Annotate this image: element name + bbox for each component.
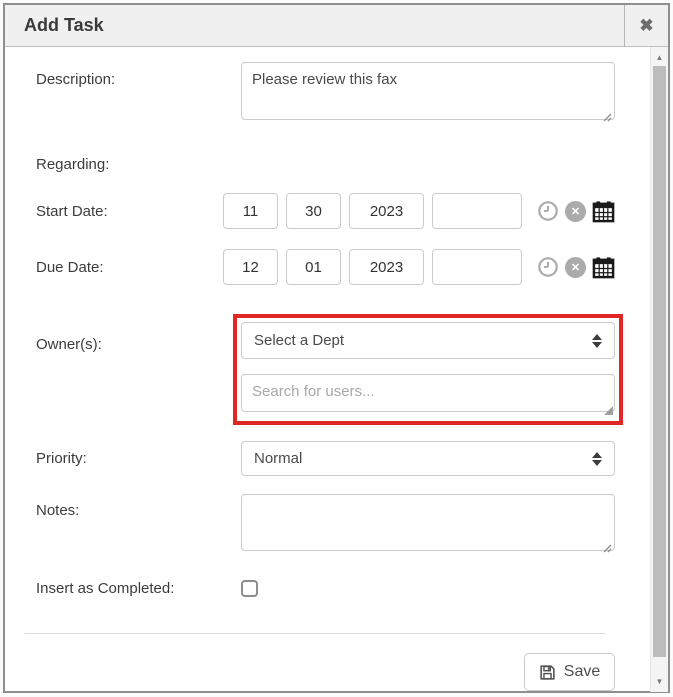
- owners-label: Owner(s):: [36, 314, 241, 425]
- notes-textarea[interactable]: [241, 494, 615, 551]
- close-icon: ✖: [639, 16, 653, 36]
- add-task-dialog: Add Task ✖ Description: Please review th…: [3, 3, 670, 693]
- start-date-year-input[interactable]: [349, 193, 424, 229]
- description-row: Description: Please review this fax: [36, 62, 615, 125]
- notes-row: Notes:: [36, 494, 615, 556]
- close-button[interactable]: ✖: [624, 5, 668, 47]
- caret-updown-icon: [592, 452, 602, 466]
- priority-select-value: Normal: [254, 450, 302, 467]
- owners-highlight-box: Select a Dept: [233, 314, 623, 425]
- calendar-icon[interactable]: [592, 256, 615, 279]
- regarding-label: Regarding:: [36, 156, 241, 173]
- caret-updown-icon: [592, 334, 602, 348]
- start-date-month-input[interactable]: [223, 193, 278, 229]
- dialog-footer: Save: [36, 653, 615, 691]
- dept-select-value: Select a Dept: [254, 332, 344, 349]
- resize-handle-icon: [602, 543, 612, 553]
- clear-date-icon[interactable]: ✕: [565, 201, 586, 222]
- scroll-down-icon[interactable]: ▼: [651, 673, 668, 689]
- due-date-row: Due Date: ✕: [36, 249, 615, 285]
- scroll-up-icon[interactable]: ▲: [651, 49, 668, 65]
- floppy-disk-icon: [539, 664, 556, 681]
- user-search-input[interactable]: [241, 374, 615, 412]
- dept-select[interactable]: Select a Dept: [241, 322, 615, 359]
- resize-handle-icon: [604, 406, 613, 415]
- start-date-label: Start Date:: [36, 203, 223, 220]
- regarding-value: [241, 156, 615, 173]
- dialog-header: Add Task ✖: [5, 5, 668, 47]
- due-date-time-input[interactable]: [432, 249, 522, 285]
- start-date-row: Start Date: ✕: [36, 193, 615, 229]
- priority-label: Priority:: [36, 450, 241, 467]
- clear-date-icon[interactable]: ✕: [565, 257, 586, 278]
- footer-divider: [25, 633, 605, 634]
- start-date-day-input[interactable]: [286, 193, 341, 229]
- dialog-title: Add Task: [5, 15, 624, 36]
- due-date-day-input[interactable]: [286, 249, 341, 285]
- resize-handle-icon: [602, 112, 612, 122]
- due-date-year-input[interactable]: [349, 249, 424, 285]
- due-date-month-input[interactable]: [223, 249, 278, 285]
- insert-completed-checkbox[interactable]: [241, 580, 258, 597]
- notes-label: Notes:: [36, 494, 241, 556]
- insert-completed-row: Insert as Completed:: [36, 580, 615, 597]
- clock-icon[interactable]: [537, 256, 559, 278]
- save-button-label: Save: [564, 663, 600, 681]
- clock-icon[interactable]: [537, 200, 559, 222]
- due-date-label: Due Date:: [36, 259, 223, 276]
- dialog-body: Description: Please review this fax Rega…: [5, 47, 668, 692]
- owners-row: Owner(s): Select a Dept: [36, 314, 615, 425]
- description-textarea[interactable]: Please review this fax: [241, 62, 615, 120]
- vertical-scrollbar[interactable]: ▲ ▼: [650, 47, 668, 692]
- priority-select[interactable]: Normal: [241, 441, 615, 476]
- priority-row: Priority: Normal: [36, 441, 615, 476]
- insert-completed-label: Insert as Completed:: [36, 580, 241, 597]
- description-label: Description:: [36, 62, 241, 125]
- save-button[interactable]: Save: [524, 653, 615, 691]
- start-date-time-input[interactable]: [432, 193, 522, 229]
- regarding-row: Regarding:: [36, 156, 615, 173]
- scrollbar-thumb[interactable]: [653, 66, 666, 657]
- calendar-icon[interactable]: [592, 200, 615, 223]
